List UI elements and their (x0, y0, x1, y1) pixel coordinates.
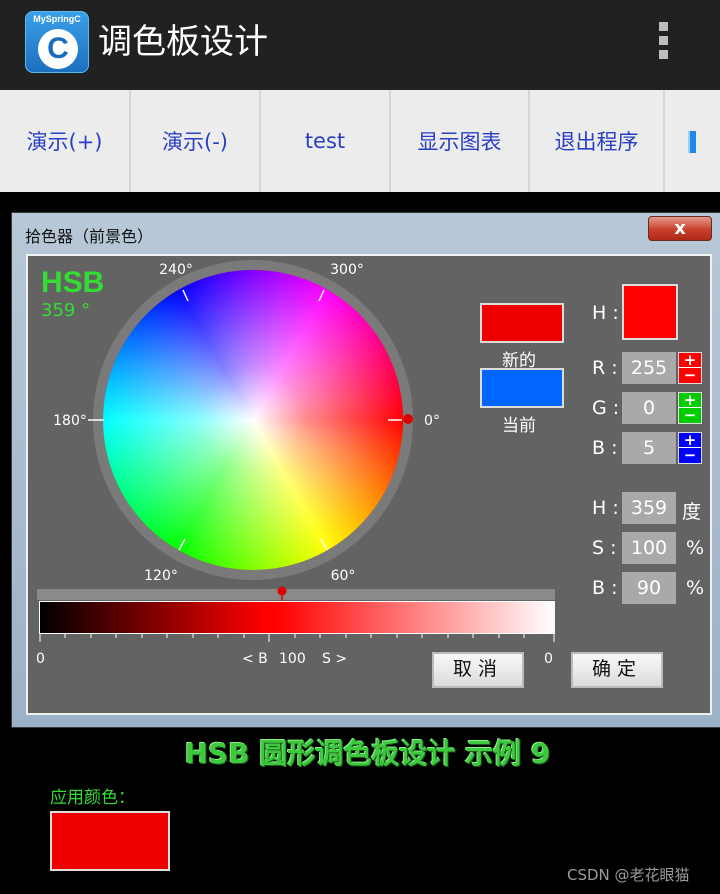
angle-label-0: 0° (424, 413, 440, 429)
app-logo-text: MySpringC (33, 14, 81, 24)
r-stepper[interactable]: + − (678, 352, 702, 384)
dialog-title: 拾色器（前景色） (25, 227, 154, 246)
hue-marker[interactable] (403, 414, 413, 424)
scale-left-label: 0 (36, 651, 45, 667)
b-stepper[interactable]: + − (678, 432, 702, 464)
current-color-swatch (480, 368, 564, 408)
exit-program-button[interactable]: 退出程序 (530, 90, 665, 192)
angle-label-240: 240° (159, 262, 193, 278)
demo-minus-button[interactable]: 演示(-) (131, 90, 261, 192)
overflow-menu-icon[interactable] (656, 22, 670, 64)
app-title: 调色板设计 (98, 22, 268, 62)
hsb-s-unit: % (686, 537, 705, 559)
brightness-saturation-bar[interactable] (39, 601, 555, 634)
watermark: CSDN @老花眼猫 (567, 866, 690, 884)
g-label: G : (592, 397, 620, 419)
close-icon: x (674, 218, 686, 239)
scale-saturation-label: S > (322, 651, 348, 667)
h-preview-swatch (622, 284, 678, 340)
scale-right-label: 0 (544, 651, 553, 667)
angle-label-60: 60° (331, 568, 356, 584)
example-caption: HSB 圆形调色板设计 示例 9 (184, 737, 551, 770)
g-stepper[interactable]: + − (678, 392, 702, 424)
hsb-h-value[interactable]: 359 (622, 492, 676, 524)
color-picker-dialog: 拾色器（前景色） x HSB 359 ° 240° 300° 180° 0° 1… (11, 212, 720, 728)
hsb-b-label: B : (592, 577, 618, 599)
g-minus-icon[interactable]: − (679, 408, 701, 423)
color-wheel-center (103, 270, 403, 570)
r-minus-icon[interactable]: − (679, 368, 701, 383)
scale-mid-label: 100 (279, 651, 306, 667)
hsb-h-unit: 度 (682, 501, 702, 523)
slider-marker-icon[interactable] (275, 586, 289, 602)
apply-color-swatch (50, 811, 170, 871)
new-color-swatch (480, 303, 564, 343)
b-value[interactable]: 5 (622, 432, 676, 464)
hsb-b-unit: % (686, 577, 705, 599)
show-chart-button[interactable]: 显示图表 (391, 90, 530, 192)
scale-brightness-label: < B (242, 651, 268, 667)
toolbar: 演示(+) 演示(-) test 显示图表 退出程序 (0, 90, 720, 192)
hsb-h-label: H : (592, 497, 619, 519)
g-value[interactable]: 0 (622, 392, 676, 424)
h-preview-label: H : (592, 302, 619, 324)
app-bar: MySpringC C 调色板设计 (0, 0, 720, 90)
current-color-label: 当前 (502, 416, 536, 436)
test-button[interactable]: test (261, 90, 391, 192)
ok-button[interactable]: 确定 (571, 652, 663, 688)
b-label: B : (592, 437, 618, 459)
apply-color-label: 应用颜色： (50, 788, 135, 808)
toolbar-scroll-indicator[interactable] (688, 131, 696, 153)
slider-track[interactable] (37, 589, 555, 600)
demo-plus-button[interactable]: 演示(+) (0, 90, 131, 192)
b-minus-icon[interactable]: − (679, 448, 701, 463)
hsb-s-value[interactable]: 100 (622, 532, 676, 564)
dialog-close-button[interactable]: x (648, 216, 712, 241)
r-label: R : (592, 357, 618, 379)
r-value[interactable]: 255 (622, 352, 676, 384)
angle-label-300: 300° (330, 262, 364, 278)
picker-panel: HSB 359 ° 240° 300° 180° 0° 120° 60° 新的 … (26, 254, 712, 715)
color-wheel[interactable]: 240° 300° 180° 0° 120° 60° (28, 256, 468, 586)
app-logo-icon: MySpringC C (25, 11, 89, 73)
cancel-button[interactable]: 取消 (432, 652, 524, 688)
scale-ticks (39, 634, 555, 642)
hsb-s-label: S : (592, 537, 617, 559)
angle-label-120: 120° (144, 568, 178, 584)
hsb-b-value[interactable]: 90 (622, 572, 676, 604)
angle-label-180: 180° (53, 413, 87, 429)
app-logo-letter: C (38, 29, 78, 69)
